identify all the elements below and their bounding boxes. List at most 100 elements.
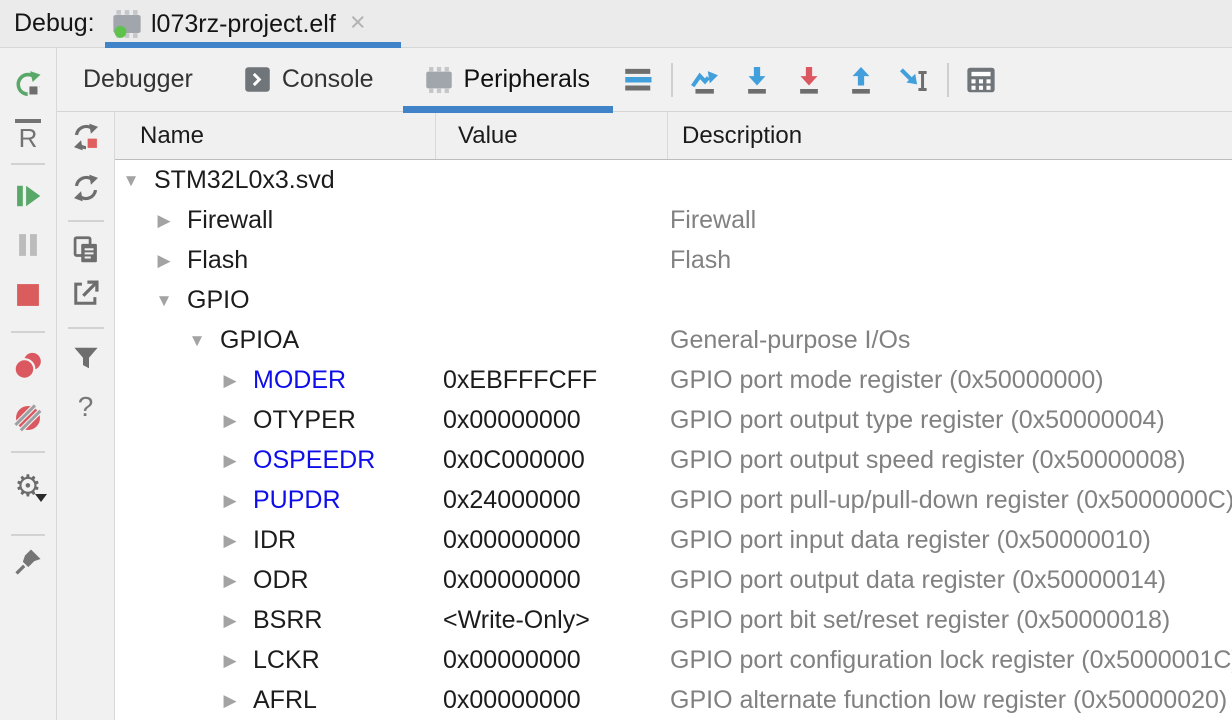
- stepping-actions: [689, 64, 929, 96]
- register-name-cell: ▶ OTYPER: [115, 406, 435, 435]
- step-out-icon[interactable]: [845, 64, 877, 96]
- tree-row[interactable]: ▶ ODR 0x00000000 GPIO port output data r…: [115, 560, 1232, 600]
- tab-debugger[interactable]: Debugger: [57, 48, 218, 112]
- debug-tool-window-header: Debug: l073rz-project.elf ×: [0, 0, 1232, 48]
- register-name: OTYPER: [253, 406, 356, 435]
- resume-icon[interactable]: [13, 181, 43, 211]
- register-name: STM32L0x3.svd: [154, 166, 335, 195]
- expand-toggle-icon[interactable]: ▶: [221, 572, 239, 589]
- register-name: Firewall: [187, 206, 273, 235]
- expand-toggle-icon[interactable]: ▶: [221, 532, 239, 549]
- tree-row[interactable]: ▶ MODER 0xEBFFFCFF GPIO port mode regist…: [115, 360, 1232, 400]
- running-status-dot: [114, 26, 126, 38]
- register-value: 0x00000000: [435, 646, 667, 675]
- register-name: OSPEEDR: [253, 446, 375, 475]
- expand-toggle-icon[interactable]: ▶: [221, 452, 239, 469]
- expand-toggle-icon[interactable]: ▶: [221, 692, 239, 709]
- register-name: Flash: [187, 246, 248, 275]
- register-name-cell: ▼ GPIO: [115, 286, 435, 315]
- session-tab-l073rz-project[interactable]: l073rz-project.elf ×: [105, 0, 405, 48]
- expand-toggle-icon[interactable]: ▶: [221, 652, 239, 669]
- register-description: GPIO port input data register (0x5000001…: [667, 526, 1232, 555]
- tree-row[interactable]: ▶ OSPEEDR 0x0C000000 GPIO port output sp…: [115, 440, 1232, 480]
- tree-row[interactable]: ▼ GPIO: [115, 280, 1232, 320]
- expand-toggle-icon[interactable]: ▶: [221, 372, 239, 389]
- register-name-cell: ▼ GPIOA: [115, 326, 435, 355]
- register-description: General-purpose I/Os: [667, 326, 1232, 355]
- register-value: 0x24000000: [435, 486, 667, 515]
- tab-peripherals[interactable]: Peripherals: [399, 48, 615, 112]
- refresh-icon[interactable]: [71, 173, 101, 203]
- tree-row[interactable]: ▶ AFRL 0x00000000 GPIO alternate functio…: [115, 680, 1232, 720]
- register-description: GPIO port output speed register (0x50000…: [667, 446, 1232, 475]
- mute-breakpoints-icon[interactable]: [13, 403, 43, 433]
- register-description: Flash: [667, 246, 1232, 275]
- tree-row[interactable]: ▶ BSRR <Write-Only> GPIO port bit set/re…: [115, 600, 1232, 640]
- register-name: GPIOA: [220, 326, 299, 355]
- run-to-cursor-icon[interactable]: [897, 64, 929, 96]
- register-description: GPIO port pull-up/pull-down register (0x…: [667, 486, 1232, 515]
- evaluate-expression-icon[interactable]: [965, 64, 997, 96]
- column-header-name: Name: [115, 112, 435, 159]
- pause-icon[interactable]: [13, 230, 43, 260]
- tree-row[interactable]: ▼ STM32L0x3.svd: [115, 160, 1232, 200]
- tree-row[interactable]: ▼ GPIOA General-purpose I/Os: [115, 320, 1232, 360]
- register-name: AFRL: [253, 686, 317, 715]
- sidebar-separator: [11, 534, 45, 536]
- rerun-icon[interactable]: [13, 70, 43, 100]
- view-breakpoints-icon[interactable]: [13, 351, 43, 381]
- chevron-down-icon: [35, 494, 47, 502]
- tree-row[interactable]: ▶ PUPDR 0x24000000 GPIO port pull-up/pul…: [115, 480, 1232, 520]
- expand-toggle-icon[interactable]: ▼: [188, 332, 206, 349]
- step-over-icon[interactable]: [689, 64, 721, 96]
- mcu-chip-icon: [112, 9, 142, 39]
- sidebar-separator: [11, 331, 45, 333]
- register-description: GPIO port output type register (0x500000…: [667, 406, 1232, 435]
- debug-actions-sidebar: R: [0, 48, 57, 720]
- toolbar-separator: [68, 220, 104, 222]
- expand-toggle-icon[interactable]: ▶: [221, 412, 239, 429]
- export-icon[interactable]: [71, 278, 101, 308]
- register-name-cell: ▶ LCKR: [115, 646, 435, 675]
- register-name: LCKR: [253, 646, 320, 675]
- expand-toggle-icon[interactable]: ▶: [221, 492, 239, 509]
- register-value: 0xEBFFFCFF: [435, 366, 667, 395]
- tree-row[interactable]: ▶ LCKR 0x00000000 GPIO port configuratio…: [115, 640, 1232, 680]
- register-name-cell: ▶ OSPEEDR: [115, 446, 435, 475]
- autorefresh-icon[interactable]: [71, 122, 101, 152]
- help-icon[interactable]: ?: [71, 392, 101, 422]
- register-value: <Write-Only>: [435, 606, 667, 635]
- peripherals-table: Name Value Description ▼ STM32L0x3.svd ▶…: [115, 112, 1232, 720]
- copy-icon[interactable]: [71, 235, 101, 265]
- register-name: IDR: [253, 526, 296, 555]
- register-name: MODER: [253, 366, 346, 395]
- tree-row[interactable]: ▶ Firewall Firewall: [115, 200, 1232, 240]
- register-description: GPIO port mode register (0x50000000): [667, 366, 1232, 395]
- expand-toggle-icon[interactable]: ▶: [221, 612, 239, 629]
- debugger-toolbar: Debugger Console: [57, 48, 1232, 112]
- stop-icon[interactable]: [13, 280, 43, 310]
- register-name-cell: ▶ BSRR: [115, 606, 435, 635]
- register-name-cell: ▶ MODER: [115, 366, 435, 395]
- register-value: 0x0C000000: [435, 446, 667, 475]
- expand-toggle-icon[interactable]: ▼: [122, 172, 140, 189]
- tree-row[interactable]: ▶ IDR 0x00000000 GPIO port input data re…: [115, 520, 1232, 560]
- expand-toggle-icon[interactable]: ▼: [155, 292, 173, 309]
- pin-icon[interactable]: [13, 547, 43, 577]
- expand-toggle-icon[interactable]: ▶: [155, 212, 173, 229]
- expand-toggle-icon[interactable]: ▶: [155, 252, 173, 269]
- toolbar-separator: [68, 327, 104, 329]
- settings-gear-icon[interactable]: ⚙: [13, 472, 43, 502]
- view-options-icon[interactable]: [623, 64, 655, 96]
- register-description: GPIO port configuration lock register (0…: [667, 646, 1232, 675]
- reset-icon[interactable]: R: [13, 120, 43, 150]
- force-step-into-icon[interactable]: [793, 64, 825, 96]
- tab-console[interactable]: Console: [218, 48, 399, 112]
- filter-icon[interactable]: [71, 343, 101, 373]
- tree-row[interactable]: ▶ OTYPER 0x00000000 GPIO port output typ…: [115, 400, 1232, 440]
- tree-row[interactable]: ▶ Flash Flash: [115, 240, 1232, 280]
- step-into-icon[interactable]: [741, 64, 773, 96]
- column-header-value: Value: [435, 112, 667, 159]
- close-icon[interactable]: ×: [350, 9, 366, 36]
- register-value: 0x00000000: [435, 406, 667, 435]
